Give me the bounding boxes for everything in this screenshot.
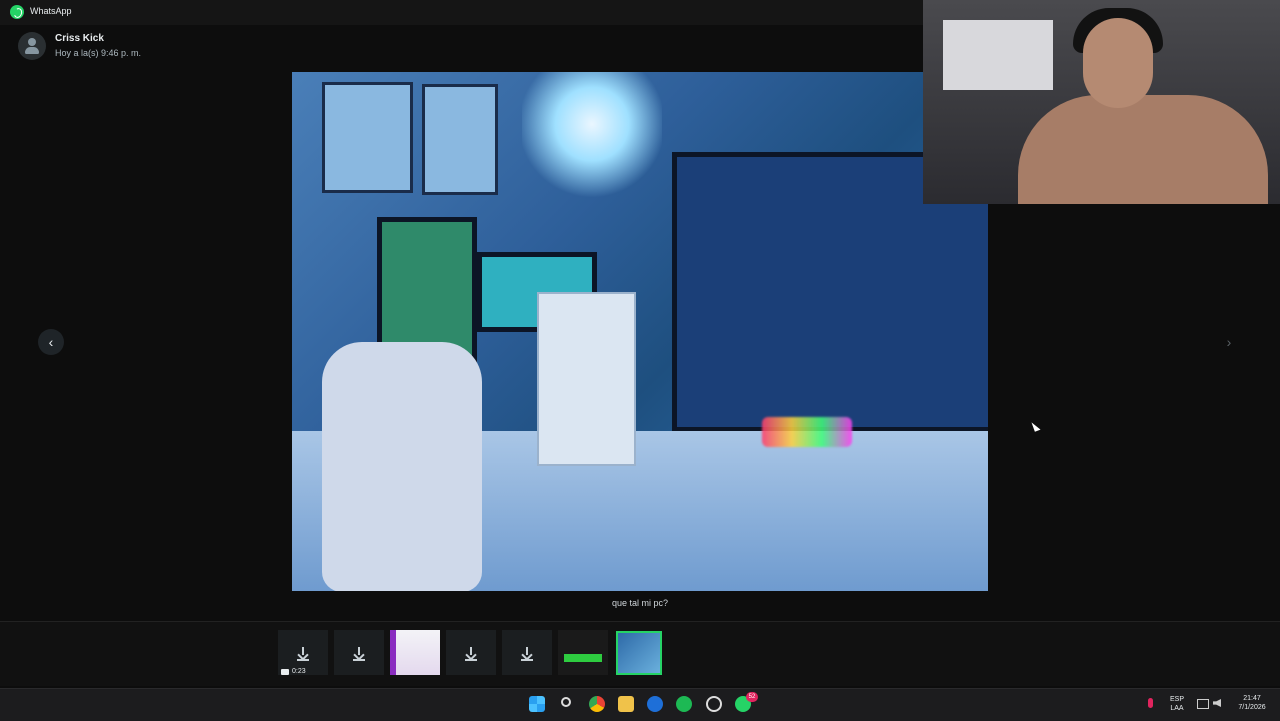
thumbnail-download[interactable] bbox=[502, 630, 552, 675]
pc-tower bbox=[537, 292, 636, 466]
neon-sign bbox=[762, 417, 852, 447]
clock-date: 7/1/2026 bbox=[1238, 704, 1266, 711]
whatsapp-logo-icon bbox=[10, 5, 24, 19]
folder-icon[interactable] bbox=[618, 696, 634, 712]
language-indicator[interactable]: ESP LAA bbox=[1166, 695, 1188, 713]
clock[interactable]: 21:47 7/1/2026 bbox=[1228, 694, 1276, 712]
microphone-icon[interactable] bbox=[1148, 698, 1153, 708]
mouse-cursor-icon bbox=[1031, 420, 1041, 432]
webcam-overlay bbox=[923, 0, 1280, 204]
windows-start-icon[interactable] bbox=[529, 696, 545, 712]
language-code: ESP bbox=[1169, 696, 1184, 703]
wall-poster bbox=[422, 84, 498, 195]
video-duration-badge: 0:23 bbox=[281, 668, 306, 675]
chevron-right-icon: › bbox=[1226, 334, 1232, 350]
download-icon bbox=[465, 646, 477, 661]
webcam-person-body bbox=[1018, 95, 1268, 204]
wall-poster bbox=[322, 82, 413, 193]
keyboard-layout: LAA bbox=[1170, 705, 1184, 712]
thumbnail-image[interactable] bbox=[390, 630, 440, 675]
video-duration: 0:23 bbox=[292, 668, 306, 675]
clock-time: 21:47 bbox=[1243, 695, 1261, 702]
webcam-person-face bbox=[1083, 18, 1153, 108]
hexagon-lights bbox=[522, 72, 662, 202]
gaming-chair bbox=[322, 342, 482, 591]
app-icon[interactable] bbox=[647, 696, 663, 712]
thumbnail-image[interactable] bbox=[558, 630, 608, 675]
previous-media-button[interactable]: ‹ bbox=[38, 329, 64, 355]
media-caption: que tal mi pc? bbox=[611, 598, 669, 608]
thumbnail-active[interactable] bbox=[616, 631, 662, 675]
chrome-icon[interactable] bbox=[589, 696, 605, 712]
chevron-left-icon: ‹ bbox=[48, 334, 54, 350]
download-icon bbox=[353, 646, 365, 661]
webcam-background bbox=[943, 20, 1053, 90]
thumbnail-download[interactable] bbox=[334, 630, 384, 675]
recorder-icon[interactable] bbox=[706, 696, 722, 712]
media-image bbox=[292, 72, 988, 591]
search-icon[interactable] bbox=[561, 697, 571, 707]
download-icon bbox=[521, 646, 533, 661]
video-camera-icon bbox=[281, 668, 289, 675]
avatar[interactable] bbox=[18, 32, 46, 60]
thumbnail-download[interactable] bbox=[446, 630, 496, 675]
download-icon bbox=[297, 646, 309, 661]
windows-taskbar bbox=[0, 688, 1280, 721]
spotify-icon[interactable] bbox=[676, 696, 692, 712]
contact-name[interactable]: Criss Kick bbox=[55, 33, 104, 44]
next-media-button[interactable]: › bbox=[1216, 329, 1242, 355]
app-title: WhatsApp bbox=[30, 6, 72, 16]
network-icon[interactable] bbox=[1197, 699, 1209, 709]
notification-badge: 52 bbox=[746, 692, 758, 702]
message-timestamp: Hoy a la(s) 9:46 p. m. bbox=[55, 48, 142, 58]
